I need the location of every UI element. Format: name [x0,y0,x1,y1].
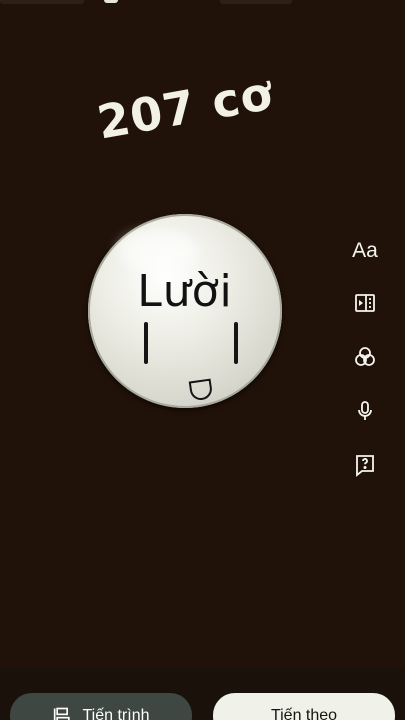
video-clip-icon [353,291,377,320]
progress-label: Tiến trình [82,707,150,720]
top-edge-bar-right [220,0,292,4]
video-clip-button[interactable] [347,288,383,322]
right-eye [234,322,238,364]
text-icon: Aa [352,239,378,262]
top-edge-bar-left [0,0,84,4]
filters-icon [353,345,377,374]
voice-button[interactable] [347,396,383,430]
next-label: Tiến theo [270,707,338,720]
mouth [188,378,214,402]
microphone-icon [353,399,377,428]
help-button[interactable] [347,450,383,484]
video-headline: 207 cơ [93,65,277,150]
timeline-icon [53,706,73,720]
filters-button[interactable] [347,342,383,376]
ball-highlight [118,230,198,270]
text-tool-button[interactable]: Aa [347,234,383,268]
next-button[interactable]: Tiến theo [213,693,395,720]
ball-word: Lười [137,266,233,317]
side-toolbar: Aa [343,228,387,490]
progress-button[interactable]: Tiến trình [10,693,192,720]
left-eye [144,322,148,364]
white-ball-graphic: Lười [88,214,282,408]
top-edge-marker [104,0,118,3]
help-question-icon [353,453,377,482]
